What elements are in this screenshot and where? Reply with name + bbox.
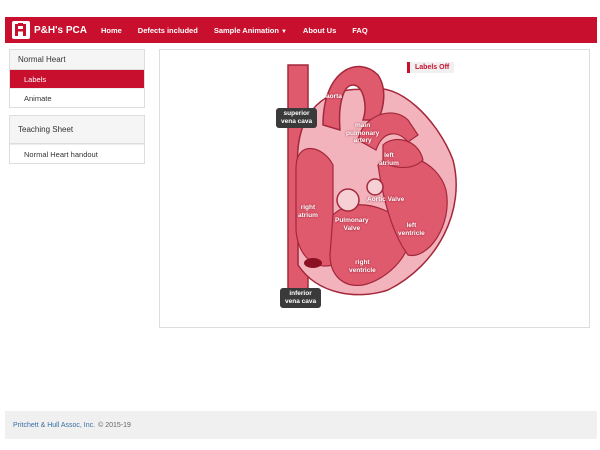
label-main-pulmonary-artery: main pulmonary artery <box>346 122 380 144</box>
sidebar-item-labels[interactable]: Labels <box>10 70 144 88</box>
callout-superior-vena-cava: superior vena cava <box>276 108 318 128</box>
nav-home[interactable]: Home <box>101 26 122 35</box>
label-aorta: aorta <box>326 93 342 100</box>
brand[interactable]: P&H's PCA <box>12 21 87 39</box>
label-right-ventricle: right ventricle <box>349 259 376 274</box>
caret-down-icon: ▼ <box>280 28 287 35</box>
nav-menu: Home Defects included Sample Animation ▼ … <box>101 26 384 35</box>
nav-faq[interactable]: FAQ <box>352 26 367 35</box>
footer-copyright: © 2015-19 <box>98 421 131 429</box>
sidebar-item-animate[interactable]: Animate <box>10 88 144 107</box>
label-aortic-valve: Aortic Valve <box>367 196 405 203</box>
footer: Pritchett & Hull Assoc, Inc. © 2015-19 <box>5 411 597 439</box>
label-left-atrium: left atrium <box>379 152 399 167</box>
nav-defects-included[interactable]: Defects included <box>138 26 198 35</box>
normal-heart-panel: Normal Heart Labels Animate <box>9 49 145 108</box>
label-right-atrium: right atrium <box>298 204 318 219</box>
panel-title-teaching-sheet: Teaching Sheet <box>10 116 144 144</box>
nav-about-us[interactable]: About Us <box>303 26 336 35</box>
callout-inferior-vena-cava: inferior vena cava <box>280 288 322 308</box>
panel-title-normal-heart: Normal Heart <box>10 50 144 70</box>
footer-company-link[interactable]: Pritchett & Hull Assoc, Inc. <box>13 422 95 429</box>
brand-name: P&H's PCA <box>34 24 87 36</box>
sidebar-item-normal-heart-handout[interactable]: Normal Heart handout <box>10 144 144 163</box>
label-pulmonary-valve: Pulmonary Valve <box>335 217 369 232</box>
nav-sample-animation-label: Sample Animation <box>213 25 279 35</box>
label-left-ventricle: left ventricle <box>398 222 425 237</box>
top-navbar: P&H's PCA Home Defects included Sample A… <box>5 17 597 43</box>
ph-logo-icon <box>12 21 30 39</box>
nav-sample-animation[interactable]: Sample Animation ▼ <box>214 26 287 35</box>
teaching-sheet-panel: Teaching Sheet Normal Heart handout <box>9 115 145 164</box>
